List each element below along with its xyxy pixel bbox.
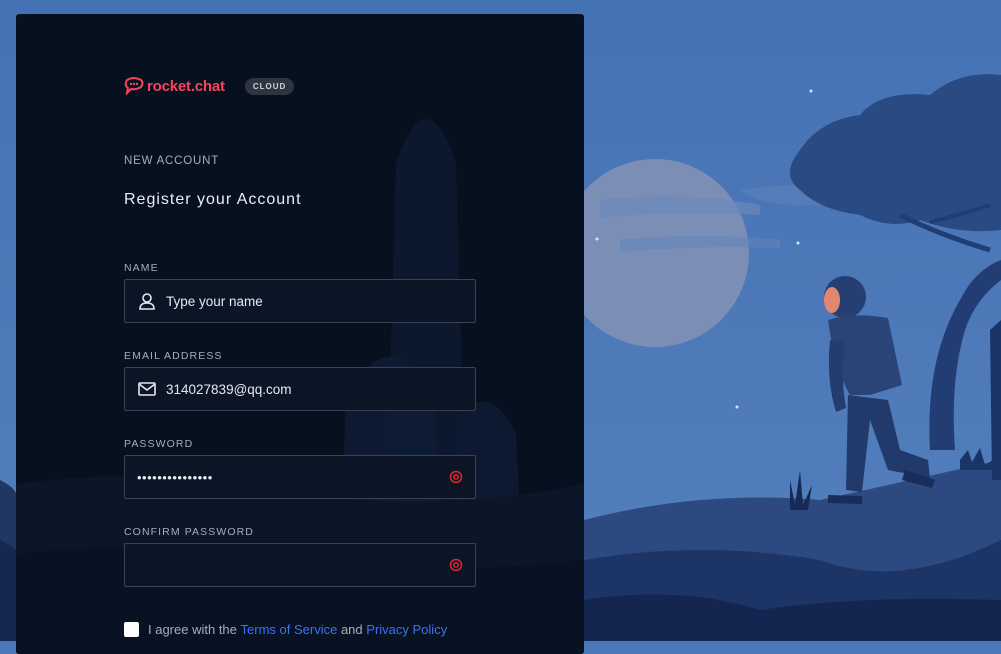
confirm-password-label: CONFIRM PASSWORD <box>124 526 254 538</box>
agree-prefix: I agree with the <box>148 622 237 637</box>
show-confirm-password-eye-icon[interactable] <box>448 557 464 573</box>
password-value: ••••••••••••••• <box>137 469 213 485</box>
register-panel: rocket.chat CLOUD NEW ACCOUNT Register y… <box>16 14 584 654</box>
agree-and: and <box>340 622 363 637</box>
brand-name: rocket.chat <box>147 77 225 95</box>
cloud-badge: CLOUD <box>244 77 295 95</box>
section-kicker: NEW ACCOUNT <box>124 155 220 167</box>
email-field[interactable]: 314027839@qq.com <box>124 367 476 411</box>
page-title: Register your Account <box>124 191 302 208</box>
name-label: NAME <box>124 262 159 274</box>
brand-logo: rocket.chat CLOUD <box>124 77 295 95</box>
password-field[interactable]: ••••••••••••••• <box>124 455 476 499</box>
email-value: 314027839@qq.com <box>166 381 292 397</box>
terms-of-service-link[interactable]: Terms of Service <box>241 622 338 637</box>
email-label: EMAIL ADDRESS <box>124 350 223 362</box>
name-placeholder: Type your name <box>166 293 263 309</box>
confirm-password-field[interactable] <box>124 543 476 587</box>
privacy-policy-link[interactable]: Privacy Policy <box>366 622 447 637</box>
agree-checkbox[interactable] <box>124 622 139 637</box>
password-label: PASSWORD <box>124 438 194 450</box>
name-field[interactable]: Type your name <box>124 279 476 323</box>
rocket-chat-logo-icon <box>124 77 144 95</box>
show-password-eye-icon[interactable] <box>448 469 464 485</box>
terms-agreement: I agree with the Terms of Service and Pr… <box>124 622 447 637</box>
mail-icon <box>137 379 157 399</box>
user-icon <box>137 291 157 311</box>
